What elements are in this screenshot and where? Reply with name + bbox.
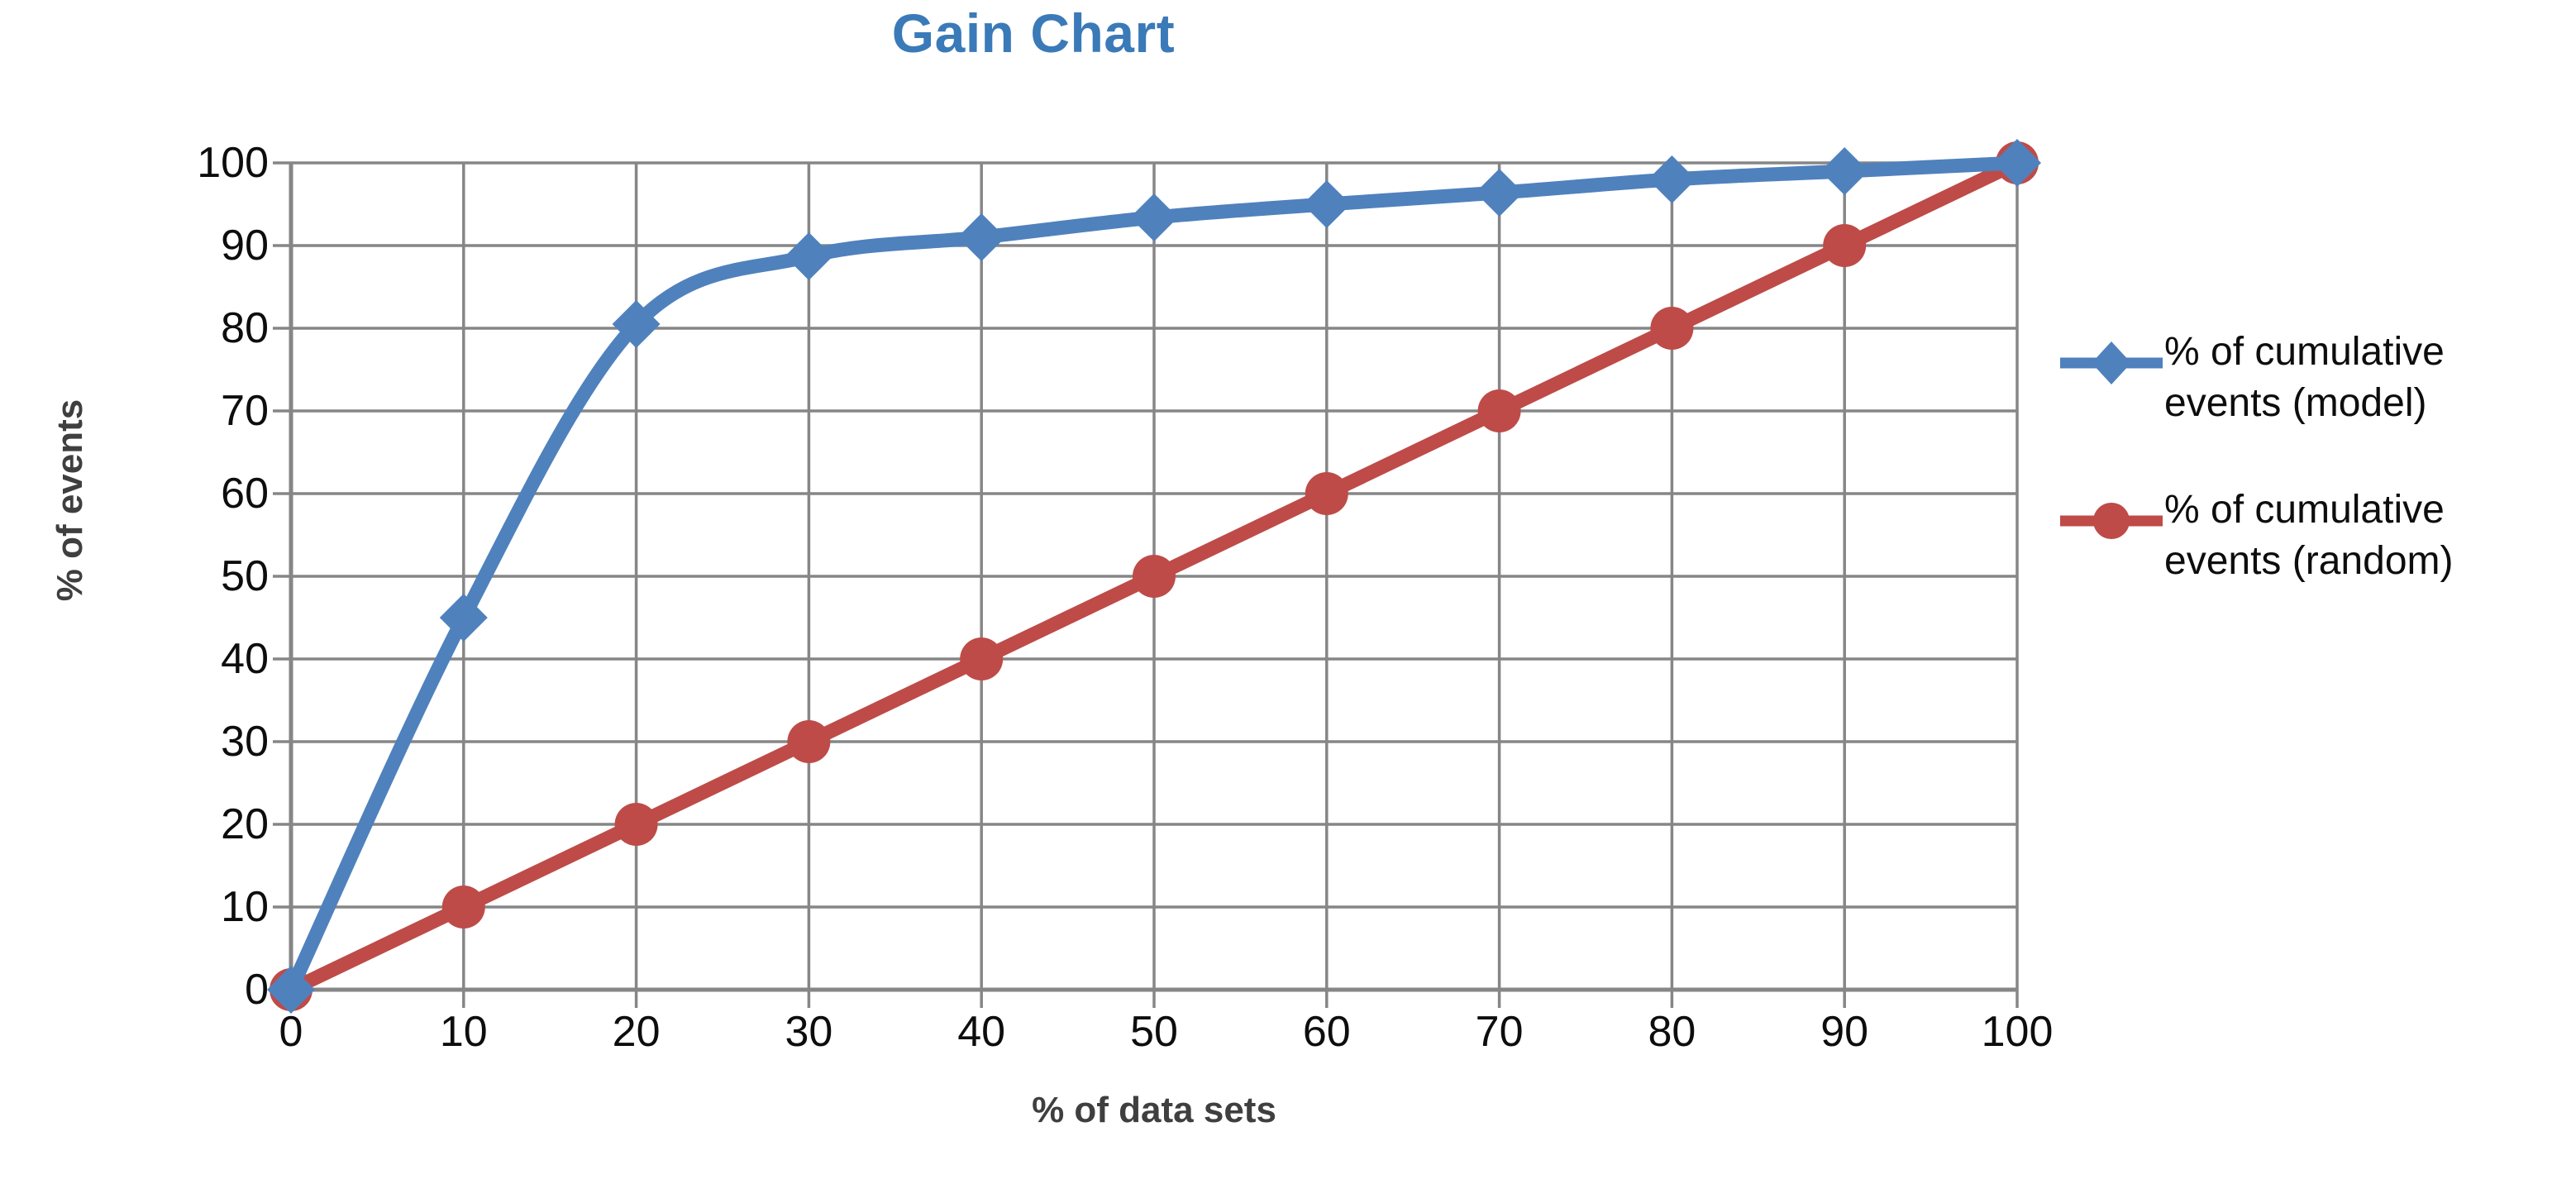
random-marker <box>1305 472 1348 515</box>
circle-marker-icon <box>2058 488 2164 554</box>
random-marker <box>1823 224 1867 267</box>
random-marker <box>1650 307 1694 350</box>
gain-chart: Gain Chart % of events % of data sets 01… <box>0 0 2576 1184</box>
model-marker <box>1475 169 1524 217</box>
chart-legend: % of cumulative events (model) % of cumu… <box>2058 327 2571 642</box>
random-marker <box>614 803 658 846</box>
model-marker <box>439 594 488 642</box>
random-marker <box>960 637 1004 680</box>
model-marker <box>957 213 1006 261</box>
model-marker <box>267 966 315 1014</box>
model-marker <box>1302 180 1351 228</box>
legend-label-model: % of cumulative events (model) <box>2164 330 2445 426</box>
random-marker <box>441 886 485 929</box>
random-marker <box>1133 555 1176 598</box>
legend-item-model[interactable]: % of cumulative events (model) <box>2058 327 2571 430</box>
diamond-marker-icon <box>2058 330 2164 396</box>
model-marker <box>785 232 833 280</box>
legend-item-random[interactable]: % of cumulative events (random) <box>2058 485 2571 588</box>
model-marker <box>1993 139 2041 187</box>
random-marker <box>787 720 831 763</box>
legend-label-random: % of cumulative events (random) <box>2164 487 2454 584</box>
model-marker <box>1130 193 1178 241</box>
random-marker <box>1477 389 1521 432</box>
model-marker <box>1820 147 1869 195</box>
